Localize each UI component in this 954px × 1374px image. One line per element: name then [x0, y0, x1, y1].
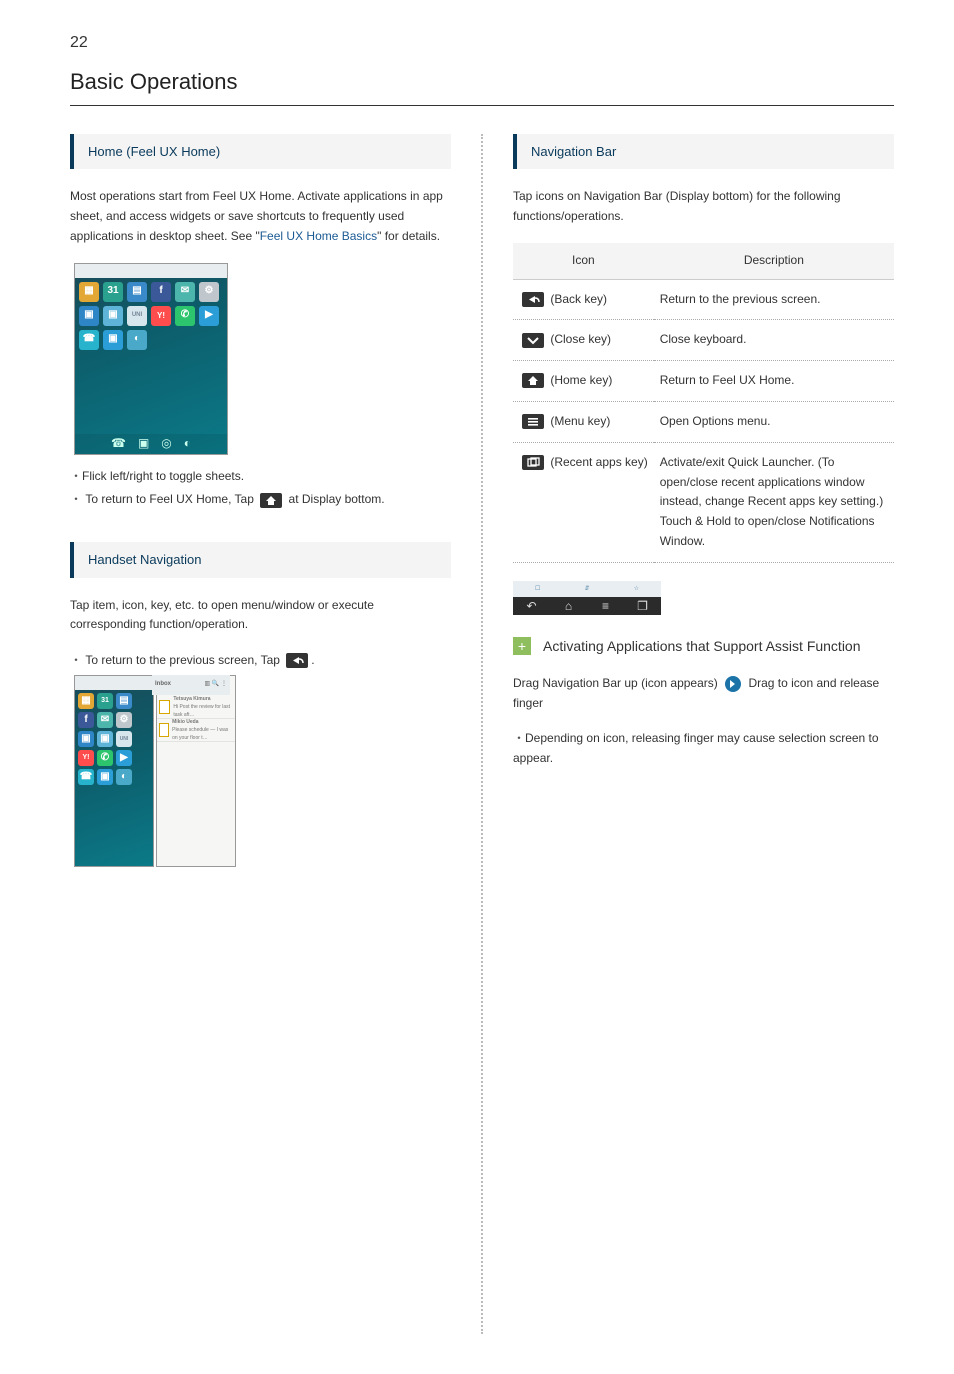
close-key-icon	[522, 333, 544, 348]
page-title: Basic Operations	[70, 64, 894, 100]
recent-apps-key-icon	[522, 455, 544, 470]
th-desc: Description	[654, 243, 894, 279]
assist-step: Drag Navigation Bar up (icon appears) Dr…	[513, 674, 894, 714]
row-back-desc: Return to the previous screen.	[654, 279, 894, 320]
bullet-return-home: To return to Feel UX Home, Tap at Displa…	[70, 490, 451, 510]
row-recent-icon: (Recent apps key)	[513, 442, 654, 562]
home-icon	[260, 493, 282, 508]
section-home-head: Home (Feel UX Home)	[70, 134, 451, 169]
plus-icon: +	[513, 637, 531, 655]
title-rule	[70, 105, 894, 106]
row-close-icon: (Close key)	[513, 320, 654, 361]
home-paragraph: Most operations start from Feel UX Home.…	[70, 187, 451, 246]
row-menu-icon: (Menu key)	[513, 401, 654, 442]
navbar-screenshot: ☐⇵☆ ↶⌂≡❐	[513, 581, 661, 615]
step-arrow-icon	[725, 676, 741, 692]
row-home-icon: (Home key)	[513, 361, 654, 402]
page-number: 22	[70, 30, 894, 56]
assist-bullet: Depending on icon, releasing finger may …	[513, 729, 894, 769]
row-recent-desc: Activate/exit Quick Launcher. (To open/c…	[654, 442, 894, 562]
home-key-icon	[522, 373, 544, 388]
navbar-keys-table: Icon Description (Back key) Return to th…	[513, 243, 894, 563]
row-back-icon: (Back key)	[513, 279, 654, 320]
section-navbar-head: Navigation Bar	[513, 134, 894, 169]
bullet-flick: Flick left/right to toggle sheets.	[70, 467, 451, 487]
back-key-icon	[522, 292, 544, 307]
row-menu-desc: Open Options menu.	[654, 401, 894, 442]
home-screenshot: ▦ 31 ▤ f ✉ ⚙ ▣ ▣ UNI Y! ✆ ▶ ☎ ▣ ◐ ☎▣◎◐	[74, 263, 228, 455]
th-icon: Icon	[513, 243, 654, 279]
bullet-return-prev: To return to the previous screen, Tap .	[70, 651, 451, 671]
section-assist-head: + Activating Applications that Support A…	[513, 635, 894, 658]
section-handset-nav-head: Handset Navigation	[70, 542, 451, 577]
back-icon	[286, 653, 308, 668]
handset-nav-screenshot: ▦ 31 ▤ f ✉ ⚙ ▣ ▣ UNI Y! ✆ ▶ ☎ ▣	[74, 675, 451, 865]
navbar-paragraph: Tap icons on Navigation Bar (Display bot…	[513, 187, 894, 227]
row-home-desc: Return to Feel UX Home.	[654, 361, 894, 402]
handset-nav-paragraph: Tap item, icon, key, etc. to open menu/w…	[70, 596, 451, 636]
menu-key-icon	[522, 414, 544, 429]
feel-ux-home-basics-link[interactable]: Feel UX Home Basics	[260, 229, 377, 243]
row-close-desc: Close keyboard.	[654, 320, 894, 361]
